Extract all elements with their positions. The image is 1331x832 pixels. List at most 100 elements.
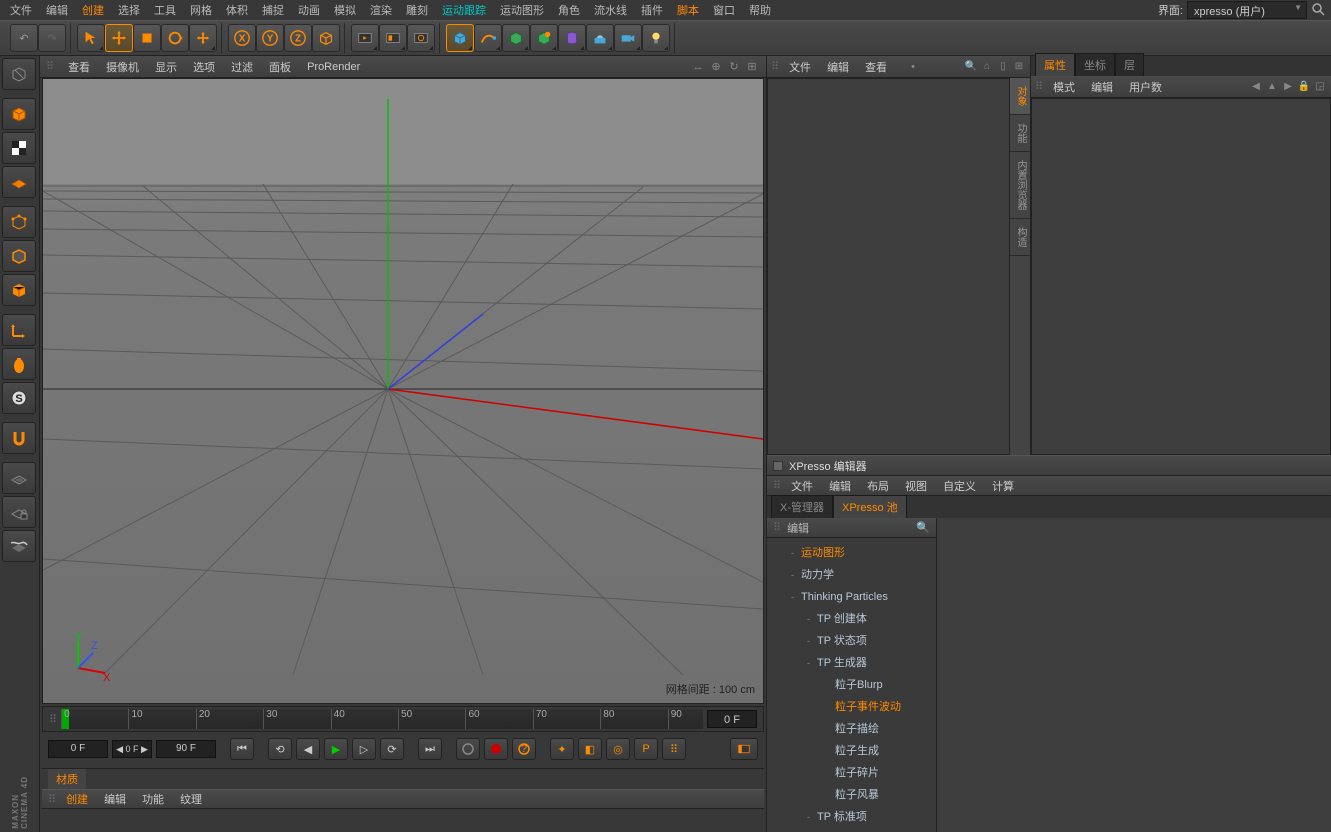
tree-item[interactable]: -TP 生成器 bbox=[767, 652, 936, 674]
enable-snap-button[interactable] bbox=[2, 422, 36, 454]
start-frame-field[interactable]: 0 F bbox=[48, 740, 108, 758]
y-axis-button[interactable]: Y bbox=[256, 24, 284, 52]
workplane-mode-button[interactable] bbox=[2, 166, 36, 198]
search-icon[interactable]: 🔍 bbox=[916, 521, 930, 534]
menu-plugins[interactable]: 插件 bbox=[635, 0, 669, 20]
x-axis-button[interactable]: X bbox=[228, 24, 256, 52]
play-button[interactable]: ▶ bbox=[324, 738, 348, 760]
xp-menu-file[interactable]: 文件 bbox=[785, 476, 819, 496]
xp-menu-edit[interactable]: 编辑 bbox=[823, 476, 857, 496]
vp-nav2-icon[interactable]: ⊕ bbox=[708, 59, 724, 75]
render-settings-button[interactable] bbox=[407, 24, 435, 52]
grip-icon[interactable]: ⠿ bbox=[1035, 80, 1043, 93]
timeline-current-frame[interactable]: 0 F bbox=[707, 710, 757, 728]
tab-attributes[interactable]: 属性 bbox=[1035, 53, 1075, 76]
tree-item[interactable]: -动力学 bbox=[767, 564, 936, 586]
add-environment-button[interactable] bbox=[586, 24, 614, 52]
tree-item[interactable]: 粒子风暴 bbox=[767, 784, 936, 806]
grip-icon[interactable]: ⠿ bbox=[49, 713, 57, 726]
add-camera-button[interactable] bbox=[614, 24, 642, 52]
menu-sculpt[interactable]: 雕刻 bbox=[400, 0, 434, 20]
menu-tools[interactable]: 工具 bbox=[148, 0, 182, 20]
tweak-mode-button[interactable] bbox=[2, 348, 36, 380]
menu-create[interactable]: 创建 bbox=[76, 0, 110, 20]
z-axis-button[interactable]: Z bbox=[284, 24, 312, 52]
points-mode-button[interactable] bbox=[2, 206, 36, 238]
scale-tool[interactable] bbox=[133, 24, 161, 52]
mat-menu-texture[interactable]: 纹理 bbox=[174, 789, 208, 809]
move-tool[interactable] bbox=[105, 24, 133, 52]
vp-nav1-icon[interactable]: ↔ bbox=[690, 59, 706, 75]
grip-icon[interactable]: ⠿ bbox=[773, 479, 781, 492]
lock-icon[interactable]: 🔒 bbox=[1297, 80, 1311, 94]
add-light-button[interactable] bbox=[642, 24, 670, 52]
side-tab-structure[interactable]: 构造 bbox=[1010, 219, 1030, 256]
texture-mode-button[interactable] bbox=[2, 132, 36, 164]
edges-mode-button[interactable] bbox=[2, 240, 36, 272]
attr-menu-mode[interactable]: 模式 bbox=[1047, 77, 1081, 97]
xpresso-canvas[interactable] bbox=[937, 518, 1331, 832]
menu-tracker[interactable]: 运动跟踪 bbox=[436, 0, 492, 20]
nav-up-icon[interactable]: ▲ bbox=[1265, 80, 1279, 94]
add-cube-button[interactable] bbox=[446, 24, 474, 52]
polygons-mode-button[interactable] bbox=[2, 274, 36, 306]
redo-button[interactable]: ↷ bbox=[38, 24, 66, 52]
menu-file[interactable]: 文件 bbox=[4, 0, 38, 20]
live-select-tool[interactable] bbox=[77, 24, 105, 52]
menu-window[interactable]: 窗口 bbox=[707, 0, 741, 20]
xp-menu-calc[interactable]: 计算 bbox=[986, 476, 1020, 496]
grip-icon[interactable]: ⠿ bbox=[773, 521, 781, 534]
grip-icon[interactable]: ⠿ bbox=[771, 60, 779, 73]
xp-menu-view[interactable]: 视图 bbox=[899, 476, 933, 496]
tree-item[interactable]: -TP 创建体 bbox=[767, 608, 936, 630]
autokey-button[interactable] bbox=[484, 738, 508, 760]
rotate-tool[interactable] bbox=[161, 24, 189, 52]
render-view-button[interactable] bbox=[351, 24, 379, 52]
obj-menu-file[interactable]: 文件 bbox=[783, 57, 817, 77]
side-tab-objects[interactable]: 对象 bbox=[1010, 78, 1030, 115]
recent-tool[interactable] bbox=[189, 24, 217, 52]
menu-snap[interactable]: 捕捉 bbox=[256, 0, 290, 20]
attr-menu-userdata[interactable]: 用户数 bbox=[1123, 77, 1168, 97]
obj-menu-edit[interactable]: 编辑 bbox=[821, 57, 855, 77]
menu-pipeline[interactable]: 流水线 bbox=[588, 0, 633, 20]
tab-xpresso-pool[interactable]: XPresso 池 bbox=[833, 495, 907, 518]
attr-menu-edit[interactable]: 编辑 bbox=[1085, 77, 1119, 97]
timeline-ruler[interactable]: ⠿ 0 10 20 30 40 50 60 70 80 90 0 F bbox=[42, 706, 764, 732]
add-generator2-button[interactable] bbox=[530, 24, 558, 52]
menu-animate[interactable]: 动画 bbox=[292, 0, 326, 20]
add-deformer-button[interactable] bbox=[558, 24, 586, 52]
new-icon[interactable]: ◲ bbox=[1313, 80, 1327, 94]
menu-render[interactable]: 渲染 bbox=[364, 0, 398, 20]
timeline-track[interactable]: 0 10 20 30 40 50 60 70 80 90 bbox=[61, 709, 703, 729]
key-pla-button[interactable]: ⠿ bbox=[662, 738, 686, 760]
grip-icon[interactable]: ⠿ bbox=[48, 793, 56, 806]
coord-system-button[interactable] bbox=[312, 24, 340, 52]
add-generator-button[interactable] bbox=[502, 24, 530, 52]
render-pv-button[interactable] bbox=[379, 24, 407, 52]
menu-help[interactable]: 帮助 bbox=[743, 0, 777, 20]
xpresso-tree-list[interactable]: -运动图形-动力学-Thinking Particles-TP 创建体-TP 状… bbox=[767, 538, 936, 832]
nav-fwd-icon[interactable]: ▶ bbox=[1281, 80, 1295, 94]
workplane-button[interactable] bbox=[2, 462, 36, 494]
frame-step-field[interactable]: ◀ 0 F ▶ bbox=[112, 740, 152, 758]
vp-menu-panel[interactable]: 面板 bbox=[263, 57, 297, 77]
home-icon[interactable]: ⌂ bbox=[980, 60, 994, 74]
tab-coords[interactable]: 坐标 bbox=[1075, 53, 1115, 76]
search-icon[interactable] bbox=[1311, 2, 1327, 18]
model-mode-button[interactable] bbox=[2, 98, 36, 130]
undo-button[interactable]: ↶ bbox=[10, 24, 38, 52]
make-editable-button[interactable] bbox=[2, 58, 36, 90]
tab-layers[interactable]: 层 bbox=[1115, 53, 1144, 76]
vp-menu-display[interactable]: 显示 bbox=[149, 57, 183, 77]
mat-menu-edit[interactable]: 编辑 bbox=[98, 789, 132, 809]
add-spline-button[interactable] bbox=[474, 24, 502, 52]
enable-axis-button[interactable] bbox=[2, 314, 36, 346]
key-param-button[interactable]: P bbox=[634, 738, 658, 760]
side-tab-takes[interactable]: 功能 bbox=[1010, 115, 1030, 152]
tab-xmanager[interactable]: X-管理器 bbox=[771, 495, 833, 518]
tree-item[interactable]: -Thinking Particles bbox=[767, 586, 936, 608]
vp-menu-view[interactable]: 查看 bbox=[62, 57, 96, 77]
tree-item[interactable]: 粒子生成 bbox=[767, 740, 936, 762]
tree-item[interactable]: 粒子描绘 bbox=[767, 718, 936, 740]
